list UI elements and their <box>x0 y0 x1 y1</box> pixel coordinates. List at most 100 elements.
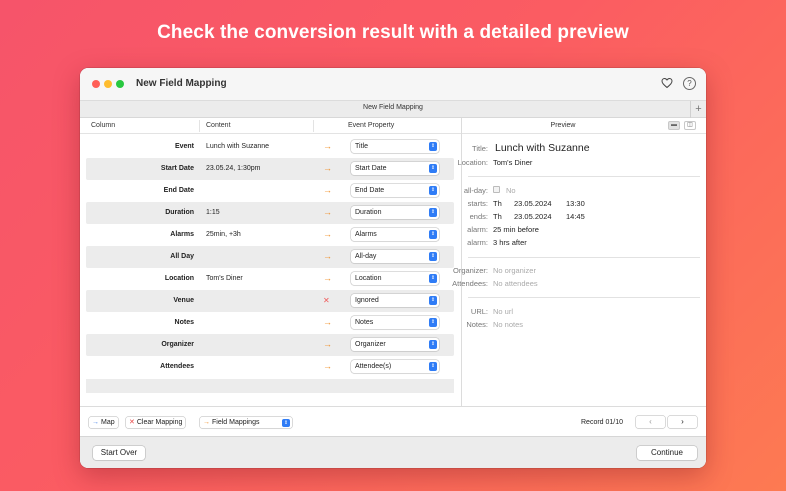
preview-organizer-label: Organizer: <box>452 266 488 275</box>
event-property-select[interactable]: Duration ⇕ <box>351 206 439 219</box>
row-column-name: All Day <box>170 253 194 260</box>
popup-chevron-icon: ⇕ <box>429 186 437 195</box>
clear-mapping-button[interactable]: ✕ Clear Mapping <box>126 417 186 428</box>
popup-chevron-icon: ⇕ <box>429 208 437 217</box>
popup-chevron-icon: ⇕ <box>429 252 437 261</box>
row-column-name: Venue <box>173 297 194 304</box>
continue-button[interactable]: Continue <box>637 446 697 460</box>
event-property-select[interactable]: Location ⇕ <box>351 272 439 285</box>
mapping-row[interactable]: Start Date 23.05.24, 1:30pm → Start Date ⇕ <box>86 158 454 180</box>
preview-starts-time: 13:30 <box>566 199 585 208</box>
zoom-window-button[interactable] <box>116 80 124 88</box>
column-header-column[interactable]: Column <box>91 122 115 129</box>
preview-pane: Preview ▬ ◫ Title: Lunch with Suzanne Lo… <box>452 118 706 406</box>
row-column-name: Start Date <box>160 165 194 172</box>
event-property-select[interactable]: End Date ⇕ <box>351 184 439 197</box>
popup-chevron-icon: ⇕ <box>429 318 437 327</box>
minimize-window-button[interactable] <box>104 80 112 88</box>
mapping-row[interactable]: Organizer → Organizer ⇕ <box>86 334 454 356</box>
column-divider <box>313 120 314 132</box>
map-button-label: Map <box>101 419 115 426</box>
record-counter: Record 01/10 <box>581 419 624 426</box>
preview-location-value: Tom's Diner <box>493 158 533 167</box>
preview-starts-day: Th <box>493 199 502 208</box>
next-record-button[interactable]: › <box>668 416 697 428</box>
popup-chevron-icon: ⇕ <box>429 274 437 283</box>
tab-bar: New Field Mapping + <box>80 100 706 118</box>
preview-title-label: Title: <box>472 144 488 153</box>
preview-separator <box>468 257 700 258</box>
row-column-name: Alarms <box>170 231 194 238</box>
field-mappings-popup[interactable]: → Field Mappings ⇕ <box>200 417 292 428</box>
mapping-row[interactable]: Attendees → Attendee(s) ⇕ <box>86 356 454 378</box>
preview-alarm2-value: 3 hrs after <box>493 238 527 247</box>
event-property-select[interactable]: Start Date ⇕ <box>351 162 439 175</box>
mapping-column-header: Column Content Event Property <box>80 118 461 134</box>
field-mappings-label: Field Mappings <box>212 419 260 426</box>
previous-record-button[interactable]: ‹ <box>636 416 665 428</box>
window-title: New Field Mapping <box>136 78 227 89</box>
headline: Check the conversion result with a detai… <box>157 22 629 43</box>
preview-notes-value: No notes <box>493 320 524 329</box>
event-property-value: Attendee(s) <box>355 362 392 370</box>
event-property-select[interactable]: All-day ⇕ <box>351 250 439 263</box>
add-tab-button[interactable]: + <box>690 101 706 118</box>
row-content-value: 25min, +3h <box>206 231 241 238</box>
mapping-arrow-icon: → <box>323 317 332 327</box>
event-property-value: End Date <box>355 186 385 194</box>
mapping-arrow-icon: → <box>323 339 332 349</box>
mapping-arrow-icon: → <box>323 251 332 261</box>
column-divider <box>199 120 200 132</box>
preview-starts-label: starts: <box>467 199 488 208</box>
footer-bar: Start Over Continue <box>80 436 706 468</box>
start-over-button[interactable]: Start Over <box>93 446 145 460</box>
preview-title: Preview <box>550 122 576 129</box>
mapping-row[interactable]: Alarms 25min, +3h → Alarms ⇕ <box>86 224 454 246</box>
row-column-name: Notes <box>174 319 194 326</box>
event-property-select[interactable]: Notes ⇕ <box>351 316 439 329</box>
detail-view-button[interactable]: ◫ <box>684 121 696 130</box>
ignored-x-icon: ✕ <box>323 296 330 305</box>
mapping-row[interactable]: All Day → All-day ⇕ <box>86 246 454 268</box>
mapping-row[interactable]: Notes → Notes ⇕ <box>86 312 454 334</box>
mapping-row[interactable]: Event Lunch with Suzanne → Title ⇕ <box>86 136 454 158</box>
event-property-value: Organizer <box>355 340 386 348</box>
list-view-button[interactable]: ▬ <box>668 121 680 130</box>
event-property-select[interactable]: Attendee(s) ⇕ <box>351 360 439 373</box>
close-window-button[interactable] <box>92 80 100 88</box>
event-property-value: Notes <box>355 318 374 326</box>
mapping-row[interactable]: End Date → End Date ⇕ <box>86 180 454 202</box>
event-property-select[interactable]: Alarms ⇕ <box>351 228 439 241</box>
row-content-value: 23.05.24, 1:30pm <box>206 165 261 172</box>
preview-allday-label: all-day: <box>463 186 488 195</box>
event-property-select[interactable]: Ignored ⇕ <box>351 294 439 307</box>
mapping-row[interactable]: Venue ✕ Ignored ⇕ <box>86 290 454 312</box>
event-property-select[interactable]: Organizer ⇕ <box>351 338 439 351</box>
tab-new-field-mapping[interactable]: New Field Mapping <box>80 104 706 111</box>
mapping-row[interactable]: Location Tom's Diner → Location ⇕ <box>86 268 454 290</box>
preview-ends-time: 14:45 <box>566 212 585 221</box>
row-column-name: Attendees <box>160 363 194 370</box>
preview-ends-date: 23.05.2024 <box>514 212 552 221</box>
column-header-event-property[interactable]: Event Property <box>348 122 394 129</box>
x-mark-icon: ✕ <box>129 419 135 426</box>
popup-chevron-icon: ⇕ <box>429 230 437 239</box>
mapping-arrow-icon: → <box>323 185 332 195</box>
row-column-name: End Date <box>163 187 194 194</box>
row-column-name: Location <box>164 275 194 282</box>
map-button[interactable]: → Map <box>89 417 118 428</box>
preview-url-label: URL: <box>470 307 488 316</box>
title-bar: New Field Mapping ? <box>80 68 706 100</box>
event-property-value: Title <box>355 142 368 150</box>
column-header-content[interactable]: Content <box>206 122 231 129</box>
empty-row <box>86 379 454 393</box>
mapping-row[interactable]: Duration 1:15 → Duration ⇕ <box>86 202 454 224</box>
event-property-select[interactable]: Title ⇕ <box>351 140 439 153</box>
row-column-name: Organizer <box>161 341 194 348</box>
heart-icon[interactable] <box>660 77 673 90</box>
preview-starts-date: 23.05.2024 <box>514 199 552 208</box>
mapping-arrow-icon: → <box>323 229 332 239</box>
help-icon[interactable]: ? <box>683 77 696 90</box>
arrow-right-icon: → <box>92 419 99 426</box>
event-property-value: All-day <box>355 252 377 260</box>
